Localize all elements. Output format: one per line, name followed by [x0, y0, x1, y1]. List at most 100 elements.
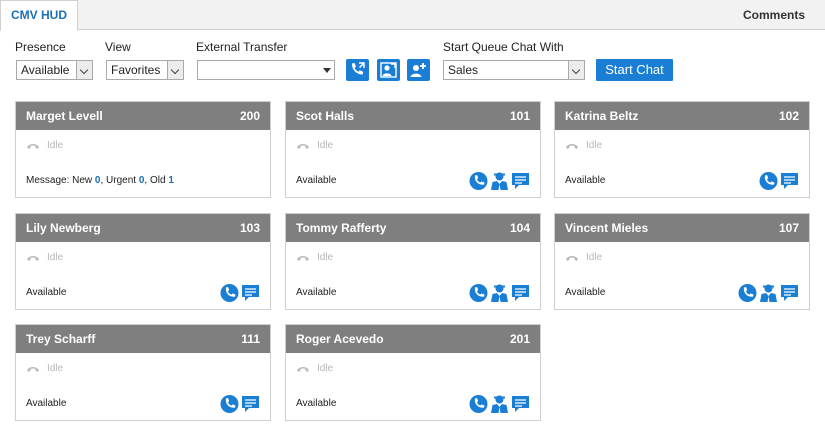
message-old-count: 1	[168, 175, 174, 186]
presence-status: Available	[26, 398, 67, 409]
contact-extension: 201	[509, 332, 530, 346]
tab-bar: CMV HUD Comments	[0, 0, 825, 31]
user-transfer-icon	[380, 62, 397, 78]
chat-icon	[511, 394, 530, 414]
call-button[interactable]	[220, 394, 239, 414]
contact-extension: 111	[241, 332, 260, 346]
contact-name: Roger Acevedo	[296, 332, 384, 346]
contact-card-tommy-rafferty[interactable]: Tommy Rafferty 104 Idle Available	[285, 213, 541, 310]
chevron-down-icon	[568, 61, 584, 79]
card-header: Lily Newberg 103	[16, 214, 270, 242]
call-status-text: Idle	[317, 363, 334, 374]
transfer-user-button[interactable]	[377, 59, 400, 81]
queue-chat-value: Sales	[448, 63, 479, 77]
tab-comments[interactable]: Comments	[743, 0, 805, 30]
call-button[interactable]	[469, 171, 488, 191]
contact-card-roger-acevedo[interactable]: Roger Acevedo 201 Idle Available	[285, 324, 541, 421]
tab-cmv-hud[interactable]: CMV HUD	[0, 0, 78, 31]
contact-card-marget-levell[interactable]: Marget Levell 200 Idle Message: New 0, U…	[15, 101, 271, 198]
contact-name: Lily Newberg	[26, 221, 101, 235]
chat-button[interactable]	[780, 283, 799, 303]
contact-card-katrina-beltz[interactable]: Katrina Beltz 102 Idle Available	[554, 101, 810, 198]
card-header: Marget Levell 200	[16, 102, 270, 130]
chat-icon	[780, 171, 799, 191]
add-user-button[interactable]	[407, 59, 430, 81]
presence-status: Available	[565, 287, 606, 298]
agent-icon	[490, 394, 509, 414]
contact-card-lily-newberg[interactable]: Lily Newberg 103 Idle Available	[15, 213, 271, 310]
chevron-down-icon	[167, 61, 183, 79]
presence-select[interactable]: Available	[16, 60, 93, 80]
handset-icon	[296, 365, 310, 373]
handset-icon	[296, 142, 310, 150]
chat-icon	[511, 283, 530, 303]
call-button[interactable]	[220, 283, 239, 303]
card-header: Scot Halls 101	[286, 102, 540, 130]
agent-button[interactable]	[490, 171, 509, 191]
phone-icon	[220, 283, 239, 303]
message-urgent-label: , Urgent	[100, 175, 139, 186]
handset-icon	[26, 254, 40, 262]
presence-status: Available	[296, 398, 337, 409]
chat-icon	[511, 171, 530, 191]
agent-icon	[759, 283, 778, 303]
card-actions	[220, 394, 260, 414]
call-status-text: Idle	[47, 363, 64, 374]
contact-card-trey-scharff[interactable]: Trey Scharff 111 Idle Available	[15, 324, 271, 421]
card-actions	[469, 283, 530, 303]
voicemail-summary: Message: New 0, Urgent 0, Old 1	[26, 175, 174, 186]
call-status-text: Idle	[47, 252, 64, 263]
call-button[interactable]	[759, 171, 778, 191]
agent-button[interactable]	[490, 283, 509, 303]
chat-button[interactable]	[241, 394, 260, 414]
call-status-text: Idle	[586, 140, 603, 151]
call-button[interactable]	[469, 394, 488, 414]
caret-down-icon	[318, 61, 334, 79]
card-actions	[220, 283, 260, 303]
contact-name: Katrina Beltz	[565, 109, 639, 123]
chat-button[interactable]	[241, 283, 260, 303]
start-chat-button[interactable]: Start Chat	[596, 59, 673, 81]
contact-card-scot-halls[interactable]: Scot Halls 101 Idle Available	[285, 101, 541, 198]
phone-icon	[220, 394, 239, 414]
contact-extension: 104	[509, 221, 530, 235]
contact-name: Tommy Rafferty	[296, 221, 387, 235]
agent-button[interactable]	[759, 283, 778, 303]
chat-button[interactable]	[780, 171, 799, 191]
card-actions	[738, 283, 799, 303]
phone-transfer-icon	[351, 62, 365, 75]
handset-icon	[26, 365, 40, 373]
chat-icon	[241, 394, 260, 414]
contact-extension: 200	[239, 109, 260, 123]
presence-status: Available	[565, 175, 606, 186]
presence-status: Available	[26, 287, 67, 298]
chat-button[interactable]	[511, 394, 530, 414]
phone-icon	[759, 171, 778, 191]
card-actions	[469, 171, 530, 191]
card-header: Roger Acevedo 201	[286, 325, 540, 353]
call-button[interactable]	[738, 283, 757, 303]
call-status-text: Idle	[317, 140, 334, 151]
chat-button[interactable]	[511, 283, 530, 303]
external-transfer-select[interactable]	[197, 60, 335, 80]
handset-icon	[296, 254, 310, 262]
phone-icon	[469, 283, 488, 303]
view-select[interactable]: Favorites	[106, 60, 184, 80]
card-header: Vincent Mieles 107	[555, 214, 809, 242]
queue-chat-select[interactable]: Sales	[443, 60, 585, 80]
transfer-call-button[interactable]	[346, 59, 369, 81]
contact-name: Scot Halls	[296, 109, 355, 123]
contact-extension: 103	[239, 221, 260, 235]
phone-icon	[469, 171, 488, 191]
chat-button[interactable]	[511, 171, 530, 191]
contact-card-vincent-mieles[interactable]: Vincent Mieles 107 Idle Available	[554, 213, 810, 310]
add-user-icon	[410, 63, 426, 77]
card-actions	[469, 394, 530, 414]
agent-button[interactable]	[490, 394, 509, 414]
agent-icon	[490, 283, 509, 303]
call-button[interactable]	[469, 283, 488, 303]
external-transfer-label: External Transfer	[196, 40, 288, 54]
card-header: Trey Scharff 111	[16, 325, 270, 353]
card-header: Tommy Rafferty 104	[286, 214, 540, 242]
phone-icon	[469, 394, 488, 414]
